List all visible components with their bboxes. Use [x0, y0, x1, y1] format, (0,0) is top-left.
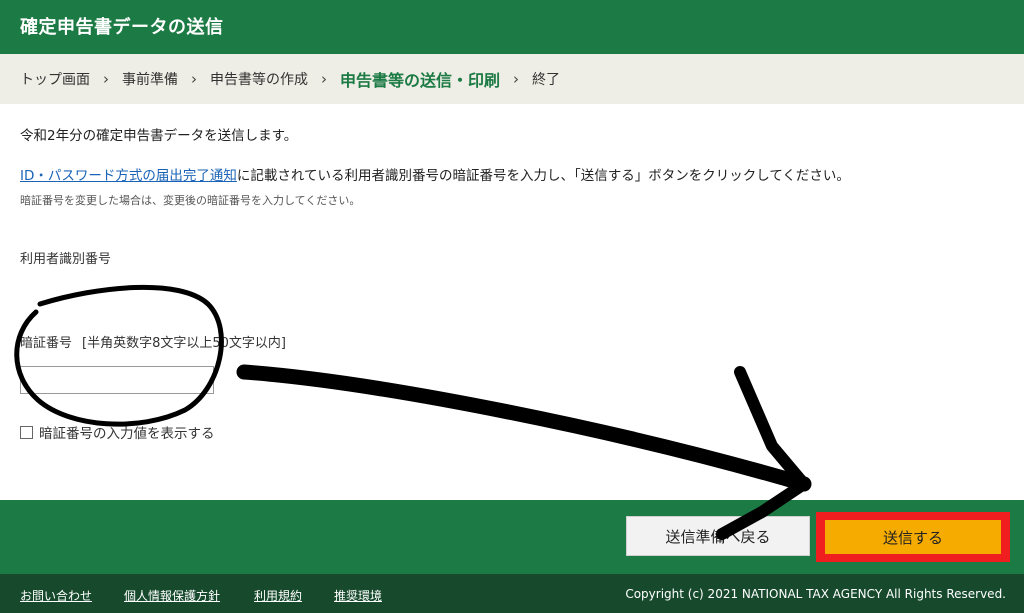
breadcrumb-item-top: トップ画面	[20, 72, 90, 88]
header-bar: 確定申告書データの送信	[0, 0, 1024, 54]
show-pin-checkbox[interactable]	[20, 425, 33, 439]
breadcrumb-separator-icon: ›	[513, 70, 520, 88]
instruction-rest: に記載されている利用者識別番号の暗証番号を入力し、「送信する」ボタンをクリックし…	[236, 168, 850, 184]
show-pin-label[interactable]: 暗証番号の入力値を表示する	[39, 422, 215, 442]
breadcrumb-separator-icon: ›	[191, 70, 197, 88]
pin-input[interactable]	[20, 366, 214, 394]
footer-link-contact[interactable]: お問い合わせ	[20, 587, 92, 604]
lead-text: 令和2年分の確定申告書データを送信します。	[20, 128, 298, 144]
pin-hint: [半角英数字8文字以上50文字以内]	[82, 336, 286, 351]
breadcrumb: トップ画面 › 事前準備 › 申告書等の作成 › 申告書等の送信・印刷 › 終了	[0, 54, 1024, 104]
breadcrumb-item-prep: 事前準備	[122, 72, 178, 88]
main-content: 令和2年分の確定申告書データを送信します。 ID・パスワード方式の届出完了通知に…	[0, 104, 1024, 500]
back-button[interactable]: 送信準備へ戻る	[626, 516, 810, 556]
footer: お問い合わせ 個人情報保護方針 利用規約 推奨環境 Copyright (c) …	[0, 574, 1024, 613]
breadcrumb-item-end: 終了	[532, 72, 561, 88]
action-bar: 送信準備へ戻る 送信する	[0, 500, 1024, 574]
show-pin-row[interactable]: 暗証番号の入力値を表示する	[20, 422, 215, 442]
breadcrumb-separator-icon: ›	[321, 70, 327, 88]
pin-label-row: 暗証番号 [半角英数字8文字以上50文字以内]	[20, 332, 286, 351]
user-id-label: 利用者識別番号	[20, 252, 112, 267]
note-text: 暗証番号を変更した場合は、変更後の暗証番号を入力してください。	[20, 194, 361, 207]
send-button[interactable]: 送信する	[825, 520, 1001, 554]
copyright-text: Copyright (c) 2021 NATIONAL TAX AGENCY A…	[625, 587, 1006, 601]
send-button-highlight: 送信する	[816, 512, 1010, 562]
breadcrumb-separator-icon: ›	[103, 70, 109, 88]
pin-label: 暗証番号	[20, 336, 73, 351]
instruction-text: ID・パスワード方式の届出完了通知に記載されている利用者識別番号の暗証番号を入力…	[20, 164, 850, 184]
breadcrumb-item-current: 申告書等の送信・印刷	[340, 71, 501, 90]
footer-link-environment[interactable]: 推奨環境	[334, 587, 382, 604]
breadcrumb-item-create: 申告書等の作成	[210, 72, 308, 88]
footer-link-privacy[interactable]: 個人情報保護方針	[124, 587, 220, 604]
notice-link[interactable]: ID・パスワード方式の届出完了通知	[20, 168, 237, 184]
page-title: 確定申告書データの送信	[20, 17, 224, 38]
footer-link-terms[interactable]: 利用規約	[254, 587, 302, 604]
